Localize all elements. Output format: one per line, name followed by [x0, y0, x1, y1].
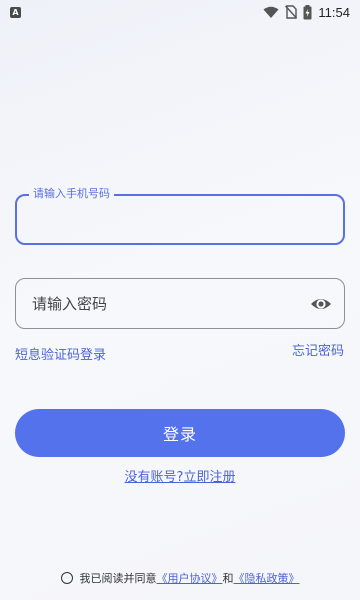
user-agreement-link[interactable]: 《用户协议》 [157, 570, 223, 586]
password-input[interactable] [32, 292, 302, 316]
privacy-policy-link[interactable]: 《隐私政策》 [234, 570, 300, 586]
wifi-icon [263, 6, 279, 18]
agreement-conjunction: 和 [222, 572, 234, 585]
password-field[interactable] [15, 278, 345, 329]
phone-field-label: 请输入手机号码 [29, 187, 114, 201]
phone-input[interactable] [31, 208, 331, 232]
forgot-password-link[interactable]: 忘记密码 [292, 340, 344, 359]
eye-icon[interactable] [310, 294, 332, 314]
sms-login-link[interactable]: 短息验证码登录 [15, 344, 106, 363]
agreement-row: 我已阅读并同意 《用户协议》 和 《隐私政策》 [0, 570, 360, 586]
login-button[interactable]: 登录 [15, 409, 345, 457]
notification-icon: A [10, 6, 21, 18]
register-link[interactable]: 没有账号?立即注册 [0, 466, 360, 485]
status-bar: A 11:54 [0, 0, 360, 24]
battery-charging-icon [303, 4, 312, 19]
no-sim-icon [285, 5, 298, 19]
phone-field[interactable]: 请输入手机号码 [15, 187, 345, 245]
agreement-radio[interactable] [60, 572, 73, 584]
agreement-prefix: 我已阅读并同意 [79, 572, 157, 585]
status-time: 11:54 [318, 4, 350, 20]
